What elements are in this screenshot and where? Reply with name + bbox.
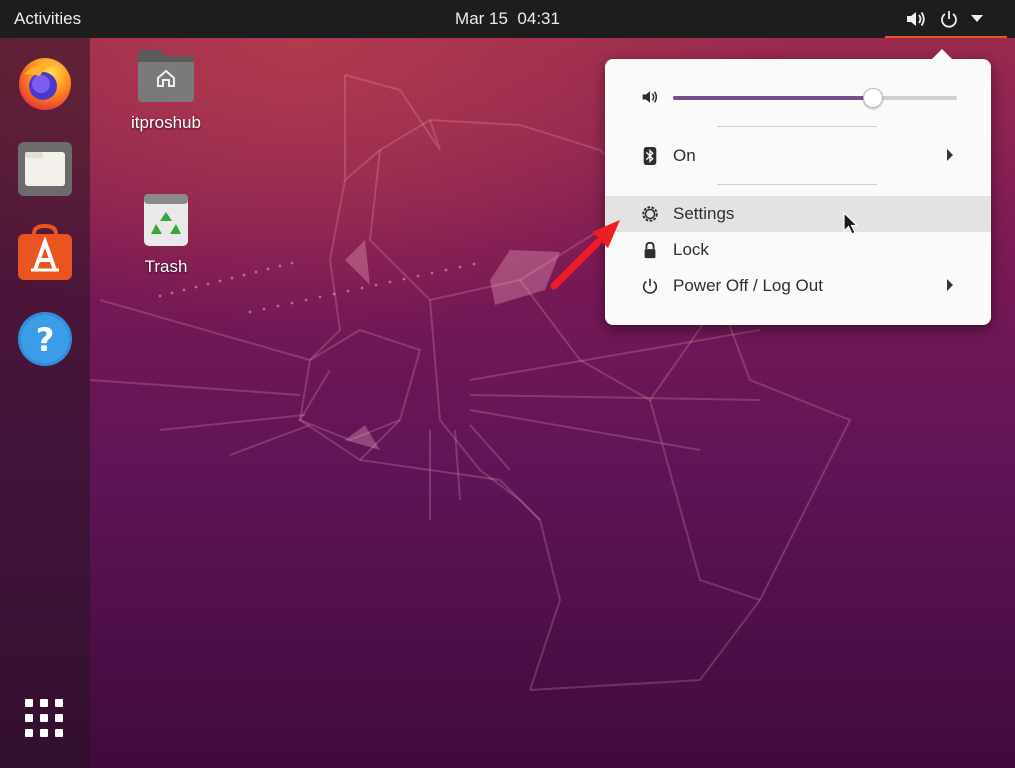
top-bar: Activities Mar 15 04:31 [0, 0, 1015, 38]
power-menu-item[interactable]: Power Off / Log Out [605, 268, 991, 304]
trash-icon [144, 194, 188, 246]
svg-text:?: ? [36, 321, 55, 359]
submenu-arrow-icon [947, 279, 953, 291]
desktop-icon-label: itproshub [131, 113, 201, 132]
power-icon [642, 278, 658, 294]
power-icon [941, 11, 957, 28]
activities-button[interactable]: Activities [14, 9, 81, 29]
firefox-icon[interactable] [16, 54, 74, 112]
lock-label: Lock [673, 240, 709, 259]
desktop-icon-label: Trash [144, 257, 188, 276]
clock-date: Mar 15 [455, 9, 508, 28]
volume-slider-knob[interactable] [862, 88, 883, 108]
help-icon[interactable]: ? [16, 310, 74, 368]
submenu-arrow-icon [947, 149, 953, 161]
app-grid-icon[interactable] [22, 696, 66, 740]
clock-time: 04:31 [517, 9, 560, 28]
files-icon[interactable] [16, 139, 74, 197]
desktop-icon-trash[interactable]: Trash [116, 192, 216, 277]
desktop-screen: Activities Mar 15 04:31 ? itproshub Tras… [0, 0, 1015, 768]
bluetooth-label: On [673, 146, 696, 165]
dropdown-arrow-icon [971, 15, 983, 22]
menu-separator [717, 184, 877, 185]
mouse-cursor-icon [843, 212, 859, 235]
dock: ? [0, 38, 90, 768]
desktop-icon-home[interactable]: itproshub [116, 48, 216, 133]
software-icon[interactable] [16, 223, 74, 282]
system-menu: On Settings Lock Power Off / Log Out [605, 59, 991, 325]
settings-label: Settings [673, 204, 735, 223]
clock-button[interactable]: Mar 15 04:31 [0, 9, 1015, 29]
volume-slider[interactable] [673, 88, 957, 108]
bluetooth-row[interactable]: On [605, 138, 991, 174]
volume-slider-fill [673, 96, 872, 100]
power-label: Power Off / Log Out [673, 276, 823, 295]
tray-active-indicator [885, 36, 1007, 38]
menu-separator [717, 126, 877, 127]
system-tray-button[interactable] [885, 0, 1007, 38]
lock-menu-item[interactable]: Lock [605, 232, 991, 268]
settings-gear-icon [642, 206, 658, 222]
settings-menu-item[interactable]: Settings [605, 196, 991, 232]
volume-icon [907, 11, 925, 27]
home-folder-icon [138, 50, 194, 102]
volume-icon [642, 91, 658, 103]
menu-pointer [931, 49, 953, 60]
bluetooth-icon [643, 147, 657, 165]
annotation-arrow-icon [550, 220, 620, 290]
lock-icon [644, 241, 656, 259]
